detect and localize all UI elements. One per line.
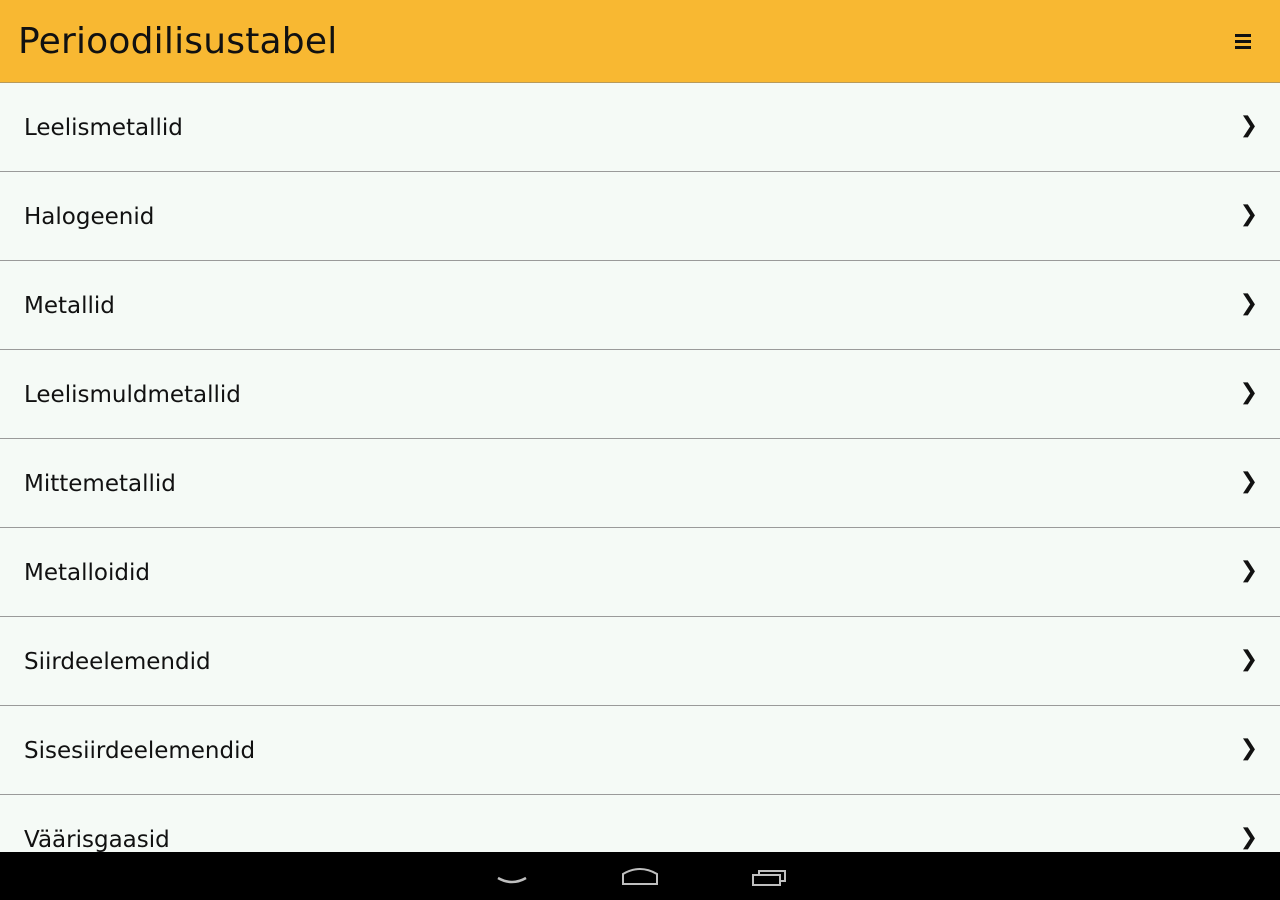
chevron-right-icon: ❯ — [1239, 291, 1258, 316]
list-item-label: Metallid — [24, 293, 115, 319]
app-screen: Perioodilisustabel Leelismetallid ❯ Halo… — [0, 0, 1280, 900]
chevron-right-icon: ❯ — [1239, 380, 1258, 405]
menu-button[interactable] — [1228, 22, 1258, 62]
list-item-label: Sisesiirdeelemendid — [24, 738, 256, 764]
home-icon — [622, 868, 658, 885]
recent-apps-icon — [752, 870, 786, 886]
system-navigation-bar — [0, 852, 1280, 900]
back-button[interactable] — [482, 860, 542, 894]
app-bar: Perioodilisustabel — [0, 0, 1280, 83]
chevron-right-icon: ❯ — [1239, 202, 1258, 227]
list-item-metalloidid[interactable]: Metalloidid ❯ — [0, 528, 1280, 617]
list-item-halogeenid[interactable]: Halogeenid ❯ — [0, 172, 1280, 261]
list-item-leelismetallid[interactable]: Leelismetallid ❯ — [0, 83, 1280, 172]
list-item-label: Väärisgaasid — [24, 827, 170, 852]
list-item-sisesiirdeelemendid[interactable]: Sisesiirdeelemendid ❯ — [0, 706, 1280, 795]
category-list: Leelismetallid ❯ Halogeenid ❯ Metallid ❯… — [0, 83, 1280, 852]
list-item-label: Mittemetallid — [24, 471, 176, 497]
chevron-right-icon: ❯ — [1239, 113, 1258, 138]
hamburger-menu-icon — [1235, 34, 1251, 50]
list-item-mittemetallid[interactable]: Mittemetallid ❯ — [0, 439, 1280, 528]
list-item-label: Leelismuldmetallid — [24, 382, 241, 408]
list-item-leelismuldmetallid[interactable]: Leelismuldmetallid ❯ — [0, 350, 1280, 439]
page-title: Perioodilisustabel — [18, 21, 338, 62]
home-button[interactable] — [610, 860, 670, 894]
chevron-right-icon: ❯ — [1239, 647, 1258, 672]
list-item-siirdeelemendid[interactable]: Siirdeelemendid ❯ — [0, 617, 1280, 706]
list-item-metallid[interactable]: Metallid ❯ — [0, 261, 1280, 350]
list-item-vaarisgaasid[interactable]: Väärisgaasid ❯ — [0, 795, 1280, 852]
chevron-right-icon: ❯ — [1239, 469, 1258, 494]
recent-apps-button[interactable] — [740, 860, 800, 894]
list-item-label: Leelismetallid — [24, 115, 183, 141]
list-item-label: Metalloidid — [24, 560, 150, 586]
chevron-right-icon: ❯ — [1239, 558, 1258, 583]
chevron-right-icon: ❯ — [1239, 825, 1258, 850]
chevron-right-icon: ❯ — [1239, 736, 1258, 761]
list-item-label: Halogeenid — [24, 204, 155, 230]
back-icon — [497, 876, 527, 884]
list-item-label: Siirdeelemendid — [24, 649, 211, 675]
